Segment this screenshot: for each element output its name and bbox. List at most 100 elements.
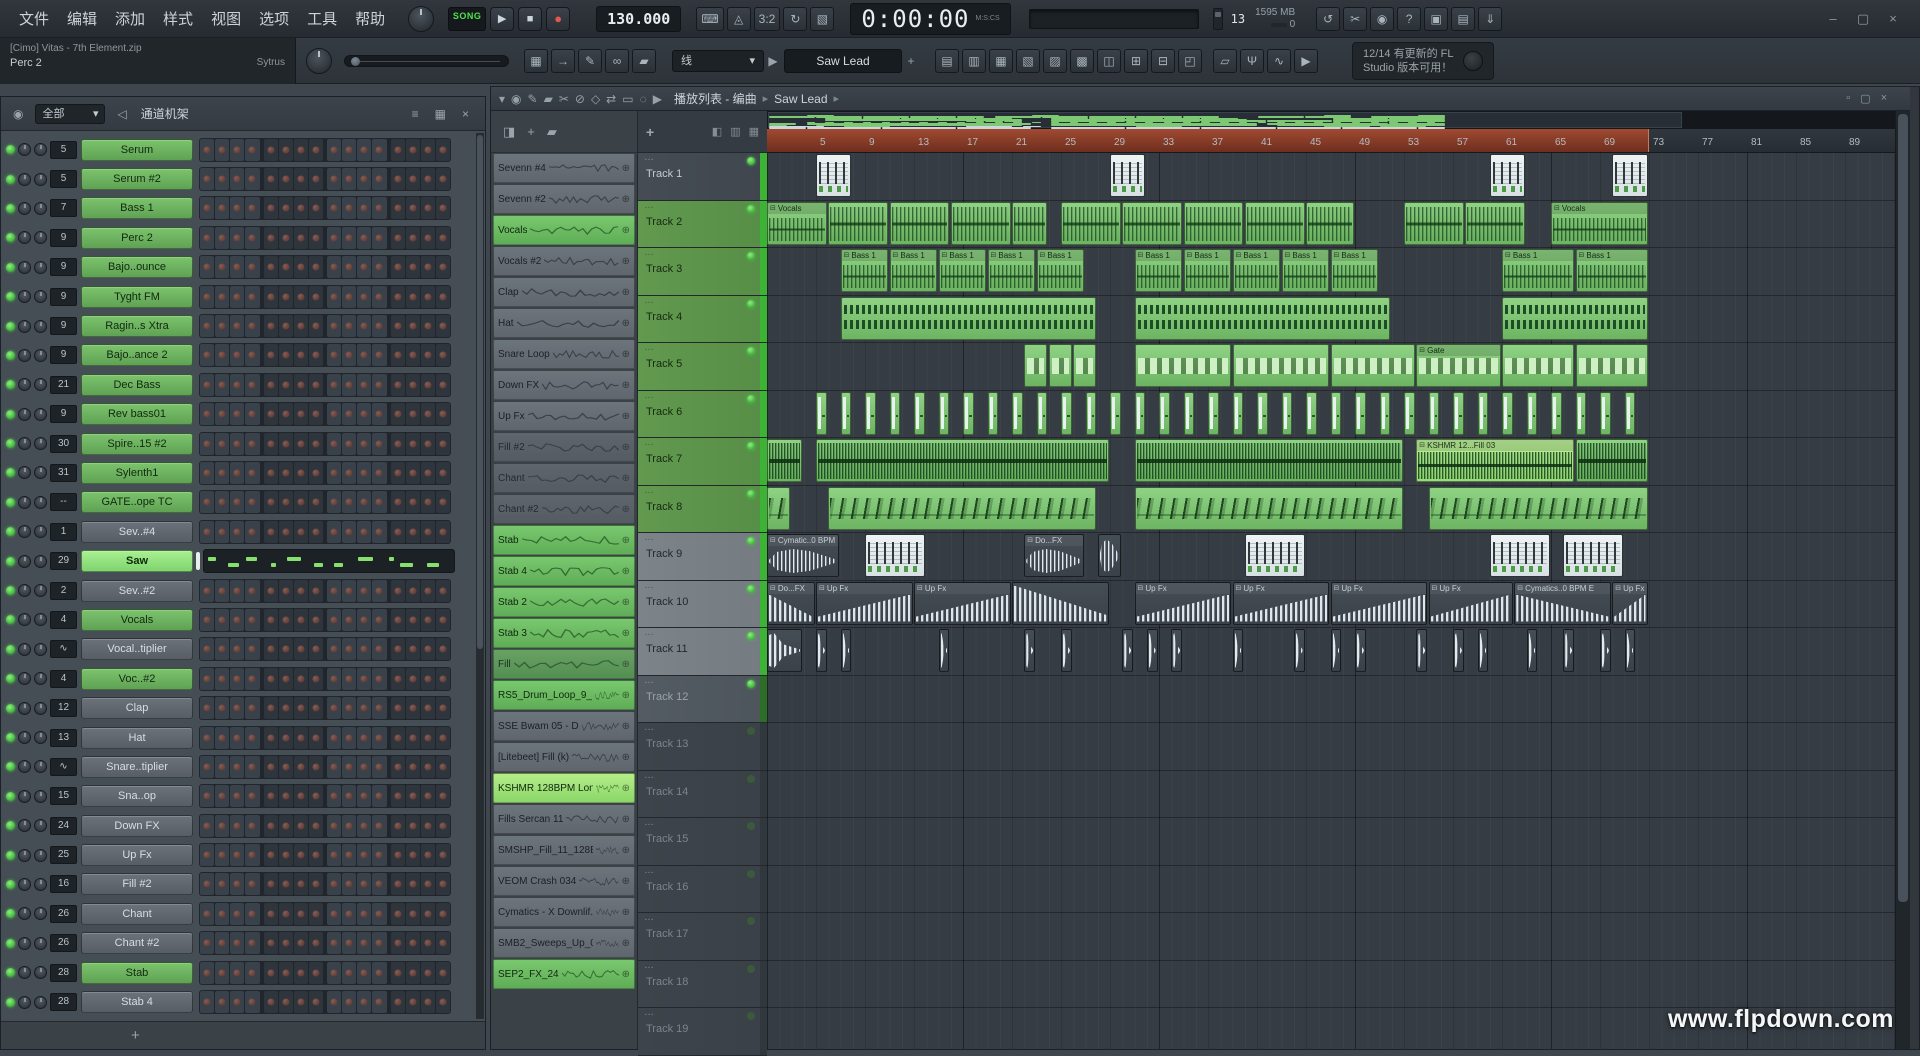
step-cell[interactable] [230, 521, 244, 543]
step-cell[interactable] [372, 932, 386, 954]
step-cell[interactable] [309, 991, 323, 1013]
clip[interactable] [1527, 392, 1538, 435]
step-cell[interactable] [391, 139, 405, 161]
step-cell[interactable] [294, 227, 308, 249]
step-cell[interactable] [391, 697, 405, 719]
clip[interactable]: ⊟Gate [1416, 344, 1500, 387]
clip[interactable] [1429, 392, 1440, 435]
step-cell[interactable] [264, 785, 278, 807]
step-cell[interactable] [245, 491, 259, 513]
clip[interactable] [1037, 392, 1048, 435]
channel-button[interactable]: Saw [81, 550, 193, 572]
step-cell[interactable] [264, 344, 278, 366]
clip[interactable] [1355, 392, 1366, 435]
step-cell[interactable] [279, 668, 293, 690]
step-cell[interactable] [264, 462, 278, 484]
step-cell[interactable] [230, 197, 244, 219]
step-cell[interactable] [230, 785, 244, 807]
step-cell[interactable] [421, 462, 435, 484]
channel-mute-led[interactable] [6, 322, 15, 331]
step-cell[interactable] [357, 521, 371, 543]
step-cell[interactable] [294, 785, 308, 807]
track-header[interactable]: …Track 11 [638, 628, 767, 676]
step-cell[interactable] [327, 521, 341, 543]
clip[interactable] [1245, 534, 1305, 577]
step-cell[interactable] [215, 815, 229, 837]
playlist-track-lane[interactable] [767, 771, 1897, 819]
clip[interactable]: ⊟Up Fx [1135, 582, 1232, 625]
channel-mute-led[interactable] [6, 704, 15, 713]
picker-item[interactable]: SSE Bwam 05 - D⊕ [493, 711, 635, 741]
playback-icon[interactable]: ▶ [653, 92, 662, 106]
picker-item[interactable]: Chant #2⊕ [493, 494, 635, 524]
step-cell[interactable] [245, 609, 259, 631]
step-cell[interactable] [421, 433, 435, 455]
song-mode-switch[interactable]: SONG [448, 7, 486, 31]
step-cell[interactable] [294, 873, 308, 895]
step-cell[interactable] [406, 344, 420, 366]
channel-mixer-track-number[interactable]: ∿ [50, 758, 77, 776]
step-cell[interactable] [391, 344, 405, 366]
step-cell[interactable] [215, 991, 229, 1013]
step-cell[interactable] [230, 256, 244, 278]
channel-pan-knob[interactable] [18, 584, 31, 597]
track-header[interactable]: …Track 1 [638, 153, 767, 201]
track-led[interactable] [747, 1012, 755, 1020]
step-cell[interactable] [421, 609, 435, 631]
step-cell[interactable] [309, 344, 323, 366]
menu-item-3[interactable]: 添加 [106, 8, 154, 29]
stop-button[interactable]: ■ [518, 7, 542, 31]
step-cell[interactable] [264, 168, 278, 190]
channel-pan-knob[interactable] [18, 202, 31, 215]
channel-mixer-track-number[interactable]: 21 [50, 376, 77, 394]
step-cell[interactable] [215, 697, 229, 719]
picker-item-knob-icon[interactable]: ⊕ [622, 163, 630, 174]
channel-volume-knob[interactable] [34, 643, 47, 656]
step-cell[interactable] [264, 697, 278, 719]
step-cell[interactable] [357, 609, 371, 631]
time-display[interactable]: 0:00:00 M:S:CS [850, 3, 1010, 35]
step-cell[interactable] [421, 785, 435, 807]
step-cell[interactable] [279, 521, 293, 543]
clip[interactable] [1576, 344, 1648, 387]
channel-mute-led[interactable] [6, 292, 15, 301]
clip[interactable]: ⊟Vocals [767, 202, 827, 245]
step-cell[interactable] [391, 932, 405, 954]
track-header[interactable]: …Track 6 [638, 391, 767, 439]
step-cell[interactable] [294, 903, 308, 925]
picker-item[interactable]: Fill⊕ [493, 649, 635, 679]
channel-button[interactable]: Fill #2 [81, 873, 193, 895]
track-header[interactable]: …Track 14 [638, 771, 767, 819]
step-cell[interactable] [264, 638, 278, 660]
update-notification[interactable]: 12/14 有更新的 FL Studio 版本可用！ [1352, 42, 1494, 80]
step-cell[interactable] [264, 727, 278, 749]
picker-item[interactable]: Chant⊕ [493, 463, 635, 493]
step-cell[interactable] [391, 638, 405, 660]
picker-item-knob-icon[interactable]: ⊕ [622, 907, 630, 918]
metronome-icon[interactable]: ◬ [727, 7, 751, 31]
track-led[interactable] [747, 680, 755, 688]
step-cell[interactable] [391, 433, 405, 455]
step-cell[interactable] [264, 815, 278, 837]
step-cell[interactable] [391, 815, 405, 837]
picker-item[interactable]: RS5_Drum_Loop_9_⊕ [493, 680, 635, 710]
clip[interactable] [1331, 629, 1342, 672]
step-cell[interactable] [279, 932, 293, 954]
clip[interactable] [1306, 202, 1354, 245]
picker-item-knob-icon[interactable]: ⊕ [622, 721, 630, 732]
step-cell[interactable] [230, 168, 244, 190]
step-cell[interactable] [327, 580, 341, 602]
step-cell[interactable] [406, 256, 420, 278]
close-button[interactable]: × [1882, 9, 1904, 29]
step-cell[interactable] [230, 844, 244, 866]
channel-mute-led[interactable] [6, 557, 15, 566]
step-cell[interactable] [436, 374, 450, 396]
clip[interactable] [1061, 392, 1072, 435]
delete-icon[interactable]: ⊘ [575, 92, 585, 106]
channel-mixer-track-number[interactable]: 1 [50, 523, 77, 541]
toggle-mixer-icon[interactable]: ▧ [1016, 49, 1040, 73]
channel-mute-led[interactable] [6, 645, 15, 654]
song-position-bar[interactable] [1029, 9, 1199, 29]
channel-pan-knob[interactable] [18, 555, 31, 568]
step-cell[interactable] [327, 756, 341, 778]
